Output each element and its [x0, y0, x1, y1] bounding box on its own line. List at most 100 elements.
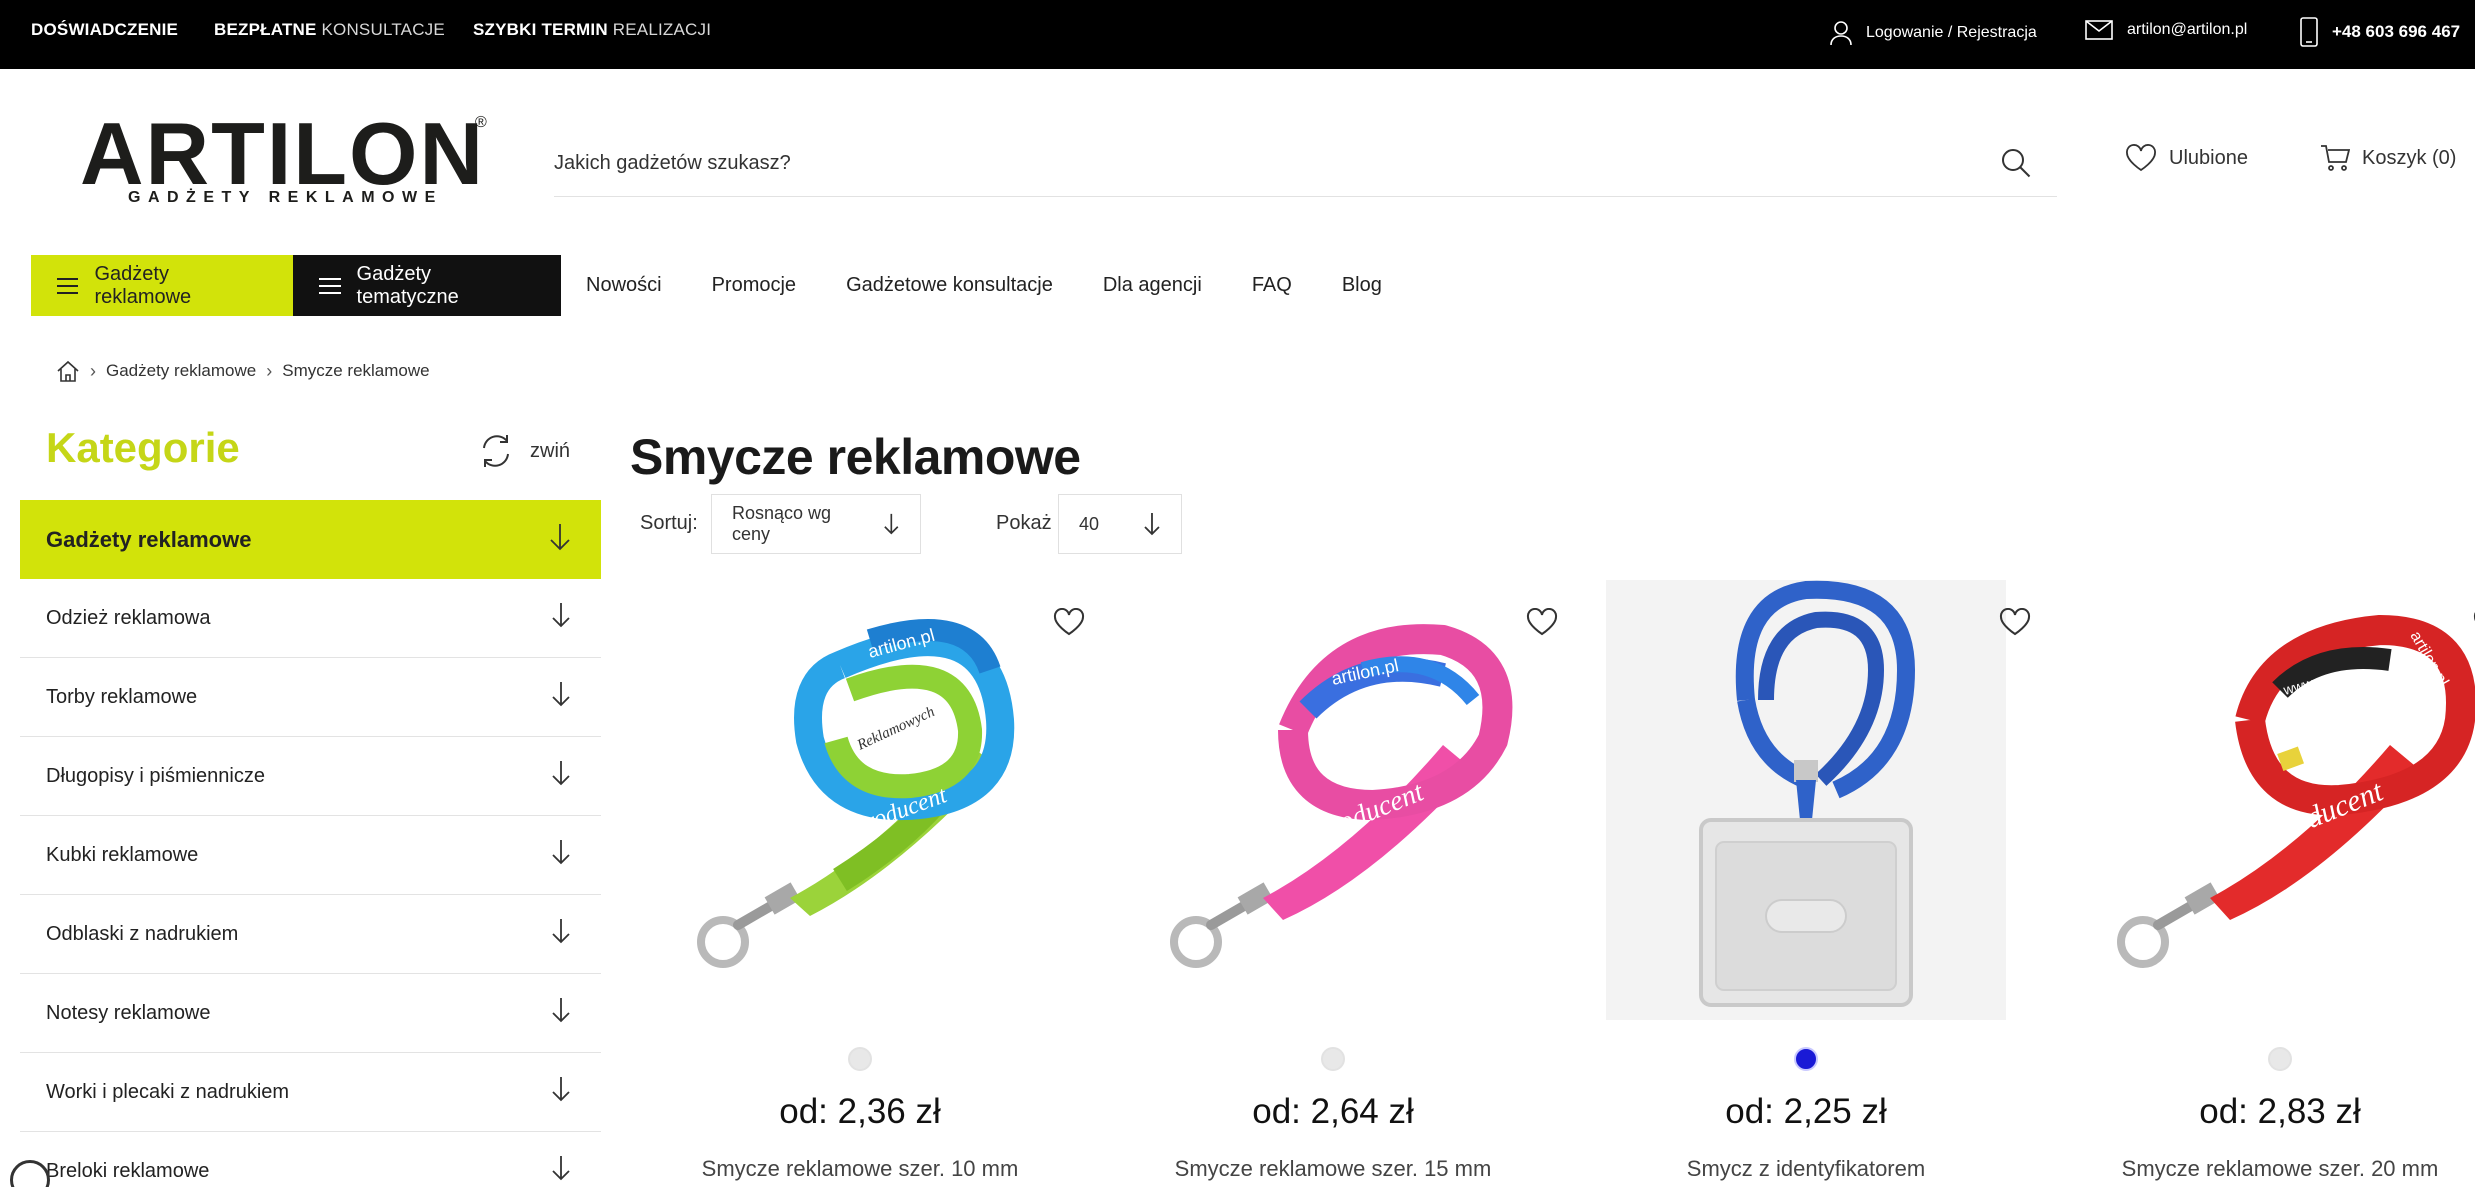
- phone-link[interactable]: +48 603 696 467: [2300, 17, 2460, 47]
- account-label: Logowanie / Rejestracja: [1866, 24, 2037, 41]
- sort-label: Sortuj:: [640, 512, 698, 534]
- nav-link-blog[interactable]: Blog: [1317, 255, 1407, 316]
- category-item-bags[interactable]: Torby reklamowe: [20, 658, 601, 737]
- sort-select[interactable]: Rosnąco wg ceny: [711, 494, 921, 554]
- cart-label: Koszyk (0): [2362, 146, 2457, 169]
- product-image[interactable]: artilon.pl Producent Reklamowych: [1133, 580, 1533, 1020]
- category-label: Kubki reklamowe: [46, 843, 199, 866]
- mail-icon: [2085, 20, 2113, 40]
- cart-link[interactable]: Koszyk (0): [2320, 144, 2456, 172]
- arrow-down-icon[interactable]: [551, 602, 571, 634]
- category-item-reflectors[interactable]: Odblaski z nadrukiem: [20, 895, 601, 974]
- lanyard-print-text: Reklamowych: [1322, 727, 1419, 775]
- menu-themed-gadgets-label: Gadżety tematyczne: [356, 262, 459, 308]
- favorite-heart-icon[interactable]: [1999, 607, 2031, 641]
- arrow-down-icon[interactable]: [549, 523, 571, 557]
- menu-promo-gadgets-button[interactable]: Gadżety reklamowe: [31, 255, 293, 316]
- favorite-heart-icon[interactable]: [1526, 607, 1558, 641]
- favorite-heart-icon[interactable]: [1053, 607, 1085, 641]
- nav-link-agencies[interactable]: Dla agencji: [1078, 255, 1227, 316]
- category-label: Breloki reklamowe: [46, 1159, 210, 1182]
- chevron-right-icon: ›: [266, 360, 273, 381]
- promo-fast-delivery: SZYBKI TERMIN REALIZACJI: [473, 20, 712, 39]
- product-image[interactable]: artilon.pl Producent Reklamowych: [660, 580, 1060, 1020]
- menu-icon: [319, 277, 341, 294]
- category-item-backpacks[interactable]: Worki i plecaki z nadrukiem: [20, 1053, 601, 1132]
- category-item-clothing[interactable]: Odzież reklamowa: [20, 579, 601, 658]
- logo-wordmark: ARTILON: [80, 104, 486, 203]
- product-name[interactable]: Smycze reklamowe szer. 20 mm: [2060, 1156, 2475, 1182]
- category-item-mugs[interactable]: Kubki reklamowe: [20, 816, 601, 895]
- product-grid: artilon.pl Producent Reklamowych od: 2,3…: [640, 580, 2475, 1187]
- product-price: od: 2,36 zł: [779, 1092, 941, 1131]
- category-item-pens[interactable]: Długopisy i piśmiennicze: [20, 737, 601, 816]
- color-swatch[interactable]: [848, 1047, 872, 1071]
- phone-label: +48 603 696 467: [2332, 22, 2461, 41]
- arrow-down-icon[interactable]: [551, 1155, 571, 1187]
- show-select[interactable]: 40: [1058, 494, 1182, 554]
- logo-registered-mark: ®: [475, 114, 487, 131]
- account-link[interactable]: Logowanie / Rejestracja: [1830, 20, 2037, 46]
- collapse-label: zwiń: [530, 439, 571, 462]
- page-title: Smycze reklamowe: [630, 429, 1081, 485]
- collapse-button[interactable]: zwiń: [478, 432, 570, 470]
- arrow-down-icon[interactable]: [551, 997, 571, 1029]
- promo-experience: DOŚWIADCZENIE: [31, 20, 179, 39]
- phone-icon: [2300, 17, 2318, 47]
- product-image[interactable]: www artilon.pl Producent: [2080, 580, 2475, 1020]
- arrow-down-icon: [1144, 513, 1160, 536]
- nav-link-consultations[interactable]: Gadżetowe konsultacje: [821, 255, 1078, 316]
- product-name[interactable]: Smycze reklamowe szer. 15 mm: [1113, 1156, 1553, 1182]
- color-swatch[interactable]: [1794, 1047, 1818, 1071]
- email-label: artilon@artilon.pl: [2127, 21, 2248, 38]
- nav-link-new[interactable]: Nowości: [561, 255, 687, 316]
- product-name[interactable]: Smycz z identyfikatorem: [1586, 1156, 2026, 1182]
- arrow-down-icon[interactable]: [551, 839, 571, 871]
- breadcrumb-item[interactable]: Gadżety reklamowe: [106, 361, 256, 381]
- category-label: Odzież reklamowa: [46, 606, 211, 629]
- color-swatch[interactable]: [2268, 1047, 2292, 1071]
- sidebar-title: Kategorie: [46, 424, 240, 471]
- nav-link-faq[interactable]: FAQ: [1227, 255, 1317, 316]
- email-link[interactable]: artilon@artilon.pl: [2085, 20, 2247, 40]
- menu-icon: [57, 277, 79, 294]
- favorites-link[interactable]: Ulubione: [2125, 144, 2248, 172]
- category-label: Długopisy i piśmiennicze: [46, 764, 265, 787]
- home-icon[interactable]: [56, 360, 80, 382]
- category-item-notebooks[interactable]: Notesy reklamowe: [20, 974, 601, 1053]
- product-image[interactable]: [1606, 580, 2006, 1020]
- favorites-label: Ulubione: [2169, 146, 2248, 169]
- category-label: Worki i plecaki z nadrukiem: [46, 1080, 290, 1103]
- arrow-down-icon[interactable]: [551, 760, 571, 792]
- search-icon[interactable]: [2001, 148, 2031, 178]
- show-label: Pokaż: [996, 512, 1052, 534]
- arrow-down-icon[interactable]: [551, 918, 571, 950]
- nav-link-promotions[interactable]: Promocje: [687, 255, 821, 316]
- arrow-down-icon[interactable]: [551, 681, 571, 713]
- category-label: Torby reklamowe: [46, 685, 198, 708]
- category-item-keychains[interactable]: Breloki reklamowe: [20, 1132, 601, 1187]
- search-input[interactable]: [554, 145, 1954, 181]
- product-card[interactable]: artilon.pl Producent Reklamowych od: 2,6…: [1113, 580, 1558, 1187]
- category-label: Gadżety reklamowe: [46, 526, 252, 552]
- heart-icon: [2126, 144, 2156, 172]
- category-label: Notesy reklamowe: [46, 1001, 211, 1024]
- color-swatch[interactable]: [1321, 1047, 1345, 1071]
- product-card[interactable]: artilon.pl Producent Reklamowych od: 2,3…: [640, 580, 1085, 1187]
- product-price: od: 2,25 zł: [1725, 1092, 1887, 1131]
- artilon-logo[interactable]: ARTILON GADŻETY REKLAMOWE ®: [80, 110, 490, 210]
- product-card[interactable]: www artilon.pl Producent od: 2,83 zł Smy…: [2060, 580, 2475, 1187]
- logo-tagline: GADŻETY REKLAMOWE: [128, 189, 443, 206]
- menu-themed-gadgets-button[interactable]: Gadżety tematyczne: [293, 255, 561, 316]
- top-bar: DOŚWIADCZENIE BEZPŁATNE KONSULTACJE SZYB…: [0, 0, 2475, 69]
- product-name[interactable]: Smycze reklamowe szer. 10 mm: [640, 1156, 1080, 1182]
- breadcrumb-current: Smycze reklamowe: [282, 361, 430, 380]
- search-bar: [554, 133, 2057, 197]
- breadcrumb: › Gadżety reklamowe › Smycze reklamowe: [56, 360, 430, 382]
- product-card[interactable]: od: 2,25 zł Smycz z identyfikatorem: [1586, 580, 2031, 1187]
- sort-value: Rosnąco wg ceny: [732, 503, 832, 544]
- category-item-promo-gadgets[interactable]: Gadżety reklamowe: [20, 500, 601, 579]
- product-price: od: 2,64 zł: [1252, 1092, 1414, 1131]
- arrow-down-icon[interactable]: [551, 1076, 571, 1108]
- lanyard-print-text: Reklamowych: [854, 704, 937, 754]
